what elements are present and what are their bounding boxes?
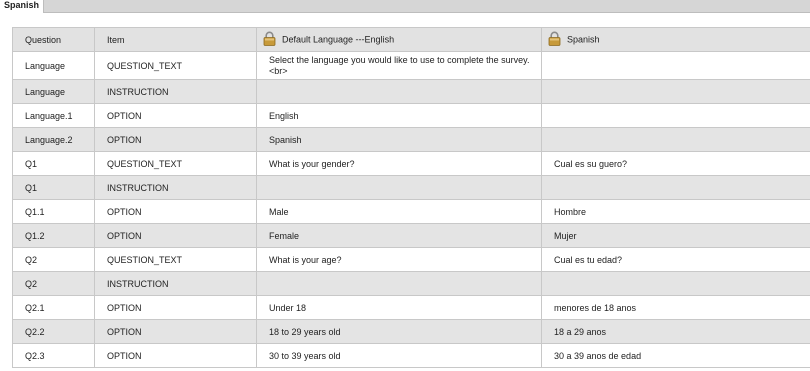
cell-question: Q1.1 xyxy=(12,199,95,224)
cell-english[interactable]: Under 18 xyxy=(256,295,542,320)
cell-item: OPTION xyxy=(94,223,257,248)
cell-item: INSTRUCTION xyxy=(94,175,257,200)
cell-english[interactable]: 18 to 29 years old xyxy=(256,319,542,344)
cell-spanish[interactable]: Cual es su guero? xyxy=(541,151,810,176)
cell-english[interactable]: Select the language you would like to us… xyxy=(256,51,542,80)
cell-item: OPTION xyxy=(94,127,257,152)
cell-item: INSTRUCTION xyxy=(94,79,257,104)
cell-english[interactable]: 30 to 39 years old xyxy=(256,343,542,368)
table-row: Q1.2 OPTION Female Mujer xyxy=(12,223,810,248)
cell-spanish[interactable]: Mujer xyxy=(541,223,810,248)
cell-question: Language.1 xyxy=(12,103,95,128)
cell-spanish[interactable]: menores de 18 anos xyxy=(541,295,810,320)
cell-spanish[interactable]: 30 a 39 anos de edad xyxy=(541,343,810,368)
cell-english[interactable]: English xyxy=(256,103,542,128)
lock-icon[interactable] xyxy=(548,31,561,48)
cell-question: Q2.3 xyxy=(12,343,95,368)
table-row: Q1 INSTRUCTION xyxy=(12,175,810,200)
cell-question: Q2.2 xyxy=(12,319,95,344)
cell-spanish[interactable] xyxy=(541,271,810,296)
cell-spanish[interactable]: 18 a 29 anos xyxy=(541,319,810,344)
cell-item: QUESTION_TEXT xyxy=(94,51,257,80)
cell-question: Language.2 xyxy=(12,127,95,152)
header-spanish-label: Spanish xyxy=(567,34,600,45)
table-row: Q2 QUESTION_TEXT What is your age? Cual … xyxy=(12,247,810,272)
cell-english[interactable] xyxy=(256,271,542,296)
cell-item: OPTION xyxy=(94,295,257,320)
cell-english[interactable]: Spanish xyxy=(256,127,542,152)
cell-question: Language xyxy=(12,79,95,104)
translation-table: Question Item Default Language ---Englis… xyxy=(12,27,810,368)
cell-item: QUESTION_TEXT xyxy=(94,151,257,176)
cell-english[interactable]: What is your gender? xyxy=(256,151,542,176)
header-default-language-label: Default Language ---English xyxy=(282,34,395,45)
cell-item: OPTION xyxy=(94,343,257,368)
cell-question: Q2.1 xyxy=(12,295,95,320)
cell-spanish[interactable] xyxy=(541,51,810,80)
cell-spanish[interactable]: Hombre xyxy=(541,199,810,224)
cell-spanish[interactable] xyxy=(541,175,810,200)
header-question: Question xyxy=(12,27,95,52)
header-item: Item xyxy=(94,27,257,52)
cell-spanish[interactable] xyxy=(541,103,810,128)
cell-question: Q2 xyxy=(12,247,95,272)
header-default-language: Default Language ---English xyxy=(256,27,542,52)
table-row: Q2.3 OPTION 30 to 39 years old 30 a 39 a… xyxy=(12,343,810,368)
cell-spanish[interactable]: Cual es tu edad? xyxy=(541,247,810,272)
cell-english[interactable]: What is your age? xyxy=(256,247,542,272)
header-spanish: Spanish xyxy=(541,27,810,52)
cell-item: QUESTION_TEXT xyxy=(94,247,257,272)
table-row: Language QUESTION_TEXT Select the langua… xyxy=(12,51,810,80)
cell-english[interactable] xyxy=(256,175,542,200)
tab-spanish[interactable]: Spanish xyxy=(0,0,44,13)
cell-item: OPTION xyxy=(94,319,257,344)
cell-question: Q1 xyxy=(12,151,95,176)
cell-question: Q1 xyxy=(12,175,95,200)
table-row: Language.2 OPTION Spanish xyxy=(12,127,810,152)
cell-question: Q1.2 xyxy=(12,223,95,248)
cell-spanish[interactable] xyxy=(541,127,810,152)
table-row: Q2.2 OPTION 18 to 29 years old 18 a 29 a… xyxy=(12,319,810,344)
cell-item: OPTION xyxy=(94,199,257,224)
cell-english[interactable]: Male xyxy=(256,199,542,224)
translation-table-container: Question Item Default Language ---Englis… xyxy=(12,27,810,368)
cell-item: OPTION xyxy=(94,103,257,128)
cell-english[interactable]: Female xyxy=(256,223,542,248)
language-tab-bar: Spanish xyxy=(0,0,810,13)
cell-item: INSTRUCTION xyxy=(94,271,257,296)
lock-icon[interactable] xyxy=(263,31,276,48)
table-row: Q2.1 OPTION Under 18 menores de 18 anos xyxy=(12,295,810,320)
table-header-row: Question Item Default Language ---Englis… xyxy=(12,27,810,52)
table-row: Q2 INSTRUCTION xyxy=(12,271,810,296)
cell-spanish[interactable] xyxy=(541,79,810,104)
table-row: Language INSTRUCTION xyxy=(12,79,810,104)
table-row: Q1.1 OPTION Male Hombre xyxy=(12,199,810,224)
cell-question: Language xyxy=(12,51,95,80)
table-row: Q1 QUESTION_TEXT What is your gender? Cu… xyxy=(12,151,810,176)
cell-question: Q2 xyxy=(12,271,95,296)
cell-english[interactable] xyxy=(256,79,542,104)
table-row: Language.1 OPTION English xyxy=(12,103,810,128)
